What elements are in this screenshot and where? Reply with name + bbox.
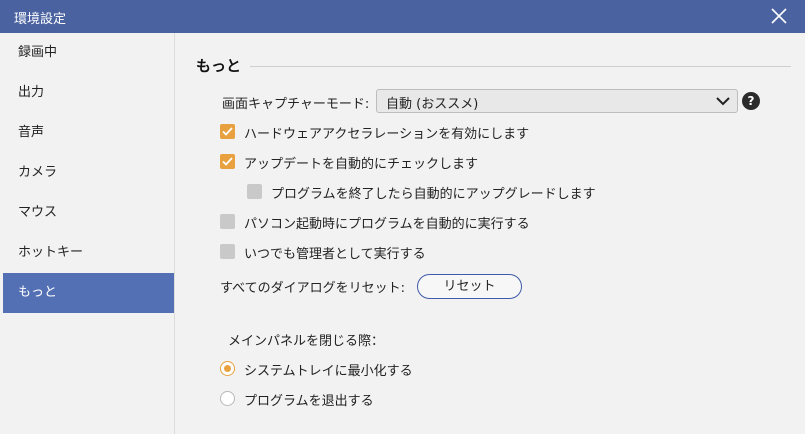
- sidebar-item-mouse[interactable]: マウス: [3, 193, 174, 233]
- auto-upgrade-on-exit-label: プログラムを終了したら自動的にアップグレードします: [271, 187, 596, 202]
- auto-update-check-checkbox[interactable]: [220, 154, 235, 169]
- run-at-startup-label: パソコン起動時にプログラムを自動的に実行する: [244, 217, 530, 232]
- run-as-admin-label: いつでも管理者として実行する: [244, 247, 426, 262]
- reset-dialogs-label: すべてのダイアログをリセット:: [220, 281, 405, 296]
- sidebar: 録画中 出力 音声 カメラ マウス ホットキー もっと: [0, 33, 175, 434]
- sidebar-item-camera[interactable]: カメラ: [3, 153, 174, 193]
- hardware-acceleration-label: ハードウェアアクセラレーションを有効にします: [244, 127, 530, 142]
- section-title: もっと: [196, 57, 242, 75]
- title-bar: 環境設定: [0, 0, 805, 33]
- minimize-to-tray-label: システムトレイに最小化する: [244, 364, 413, 379]
- auto-upgrade-on-exit-checkbox[interactable]: [247, 184, 262, 199]
- capture-mode-value: 自動 (おススメ): [386, 97, 479, 112]
- sidebar-item-audio[interactable]: 音声: [3, 113, 174, 153]
- auto-update-check-label: アップデートを自動的にチェックします: [244, 157, 479, 172]
- help-icon[interactable]: ?: [742, 92, 760, 110]
- sidebar-item-hotkey[interactable]: ホットキー: [3, 233, 174, 273]
- sidebar-item-recording[interactable]: 録画中: [3, 33, 174, 73]
- close-icon[interactable]: [769, 6, 789, 26]
- hardware-acceleration-checkbox[interactable]: [220, 124, 235, 139]
- sidebar-item-output[interactable]: 出力: [3, 73, 174, 113]
- settings-panel: もっと 画面キャプチャーモード: 自動 (おススメ) ? ハードウェアアクセラレ…: [176, 33, 805, 434]
- run-as-admin-checkbox[interactable]: [220, 244, 235, 259]
- reset-button[interactable]: リセット: [417, 274, 522, 299]
- capture-mode-select[interactable]: 自動 (おススメ): [376, 89, 738, 113]
- capture-mode-label: 画面キャプチャーモード:: [222, 97, 370, 112]
- window-title: 環境設定: [14, 12, 67, 27]
- run-at-startup-checkbox[interactable]: [220, 214, 235, 229]
- section-divider: [250, 66, 791, 67]
- chevron-down-icon: [715, 94, 731, 108]
- close-panel-label: メインパネルを閉じる際：: [228, 334, 385, 349]
- sidebar-item-more[interactable]: もっと: [3, 273, 174, 313]
- minimize-to-tray-radio[interactable]: [220, 361, 235, 376]
- exit-program-radio[interactable]: [220, 391, 235, 406]
- exit-program-label: プログラムを退出する: [244, 394, 374, 409]
